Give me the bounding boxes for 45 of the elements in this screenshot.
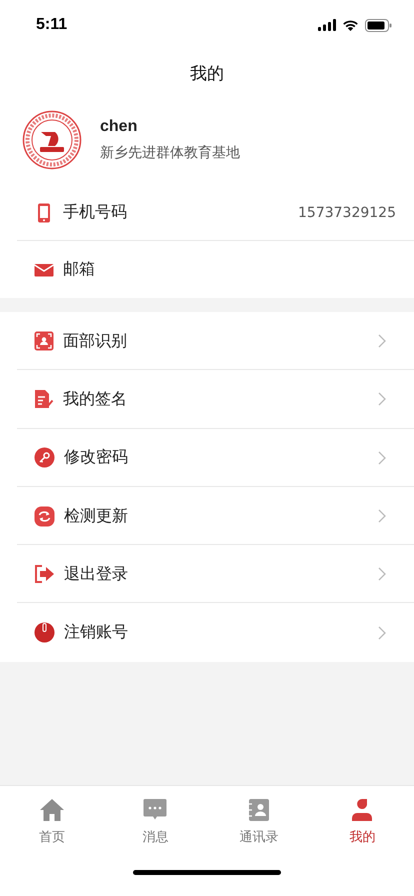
status-time: 5:11 xyxy=(36,16,68,34)
menu-item[interactable]: 面部识别 xyxy=(0,312,414,370)
menu-label: 检测更新 xyxy=(64,506,129,527)
document-pen-icon xyxy=(34,389,54,410)
chevron-right-icon xyxy=(378,450,386,465)
menu-item[interactable]: 退出登录 xyxy=(0,545,414,604)
menu-item[interactable]: 我的签名 xyxy=(0,370,414,429)
wifi-icon xyxy=(342,19,359,31)
signal-icon xyxy=(318,19,336,31)
chevron-right-icon xyxy=(378,626,386,640)
user-name: chen xyxy=(100,118,138,136)
key-icon xyxy=(34,447,55,468)
battery-icon xyxy=(365,18,392,32)
organization-name: 新乡先进群体教育基地 xyxy=(100,144,240,162)
menu-label: 面部识别 xyxy=(63,330,128,352)
power-icon xyxy=(34,622,55,644)
menu-item[interactable]: 注销账号 xyxy=(0,603,414,662)
contact-row[interactable]: 手机号码 15737329125 xyxy=(0,184,414,241)
chevron-right-icon xyxy=(378,509,386,524)
exit-arrow-icon xyxy=(34,564,55,584)
tab-item[interactable]: 首页 xyxy=(0,786,104,858)
chevron-right-icon xyxy=(378,392,386,406)
menu-label: 我的签名 xyxy=(63,388,128,410)
chevron-right-icon xyxy=(378,567,386,582)
row-label: 手机号码 xyxy=(63,202,128,223)
tab-item[interactable]: 通讯录 xyxy=(207,786,310,858)
menu-item[interactable]: 检测更新 xyxy=(0,486,414,546)
person-icon xyxy=(351,798,374,822)
menu-label: 退出登录 xyxy=(64,564,129,585)
contact-book-icon xyxy=(248,798,270,822)
menu-label: 修改密码 xyxy=(64,447,129,468)
face-scan-icon xyxy=(34,331,54,352)
tab-item[interactable]: 消息 xyxy=(104,786,207,858)
row-label: 邮箱 xyxy=(63,259,96,280)
refresh-icon xyxy=(34,506,55,527)
menu-label: 注销账号 xyxy=(64,622,129,644)
page-title: 我的 xyxy=(190,62,224,84)
home-icon xyxy=(38,798,65,822)
menu-item[interactable]: 修改密码 xyxy=(0,428,414,487)
chevron-right-icon xyxy=(378,334,386,348)
tab-item[interactable]: 我的 xyxy=(310,786,414,858)
phone-number: 15737329125 xyxy=(298,204,396,220)
contact-row[interactable]: 邮箱 xyxy=(0,241,414,298)
chat-bubble-icon xyxy=(143,798,168,822)
seal-logo-icon xyxy=(22,110,82,170)
